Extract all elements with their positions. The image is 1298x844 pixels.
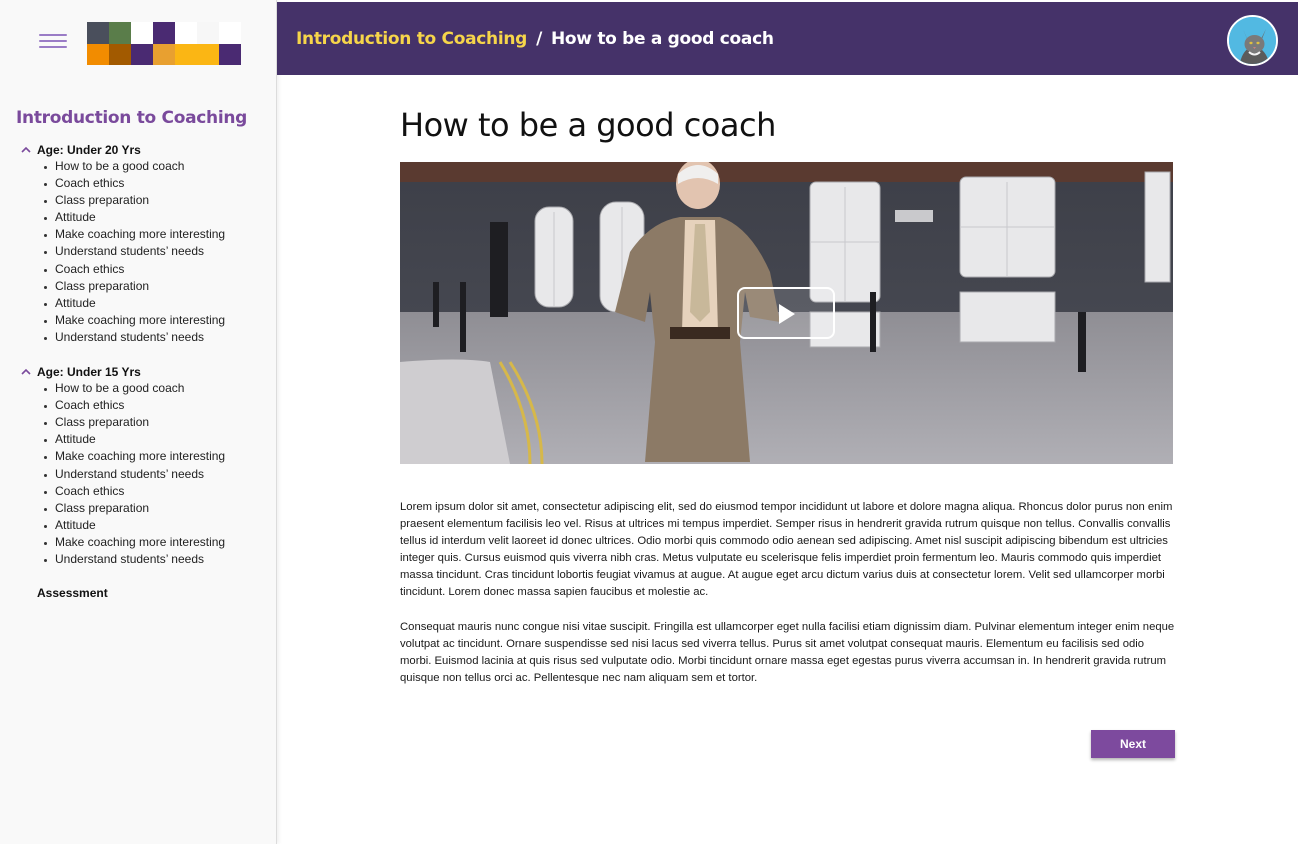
logo-tile (153, 22, 175, 44)
outline-lesson-item[interactable]: Understand students’ needs (42, 466, 270, 483)
brand-logo[interactable] (87, 22, 241, 65)
outline-section-title: Age: Under 20 Yrs (37, 142, 141, 157)
outline-assessment-link[interactable]: Assessment (37, 585, 270, 602)
outline-lesson-item[interactable]: Class preparation (42, 278, 270, 295)
cat-avatar-icon (1229, 17, 1276, 64)
outline-lesson-item[interactable]: Class preparation (42, 192, 270, 209)
outline-lesson-item[interactable]: Make coaching more interesting (42, 226, 270, 243)
logo-tile (109, 43, 131, 65)
sidebar: Introduction to Coaching Age: Under 20 Y… (0, 0, 277, 844)
breadcrumb-separator: / (536, 29, 542, 49)
outline-lesson-item[interactable]: Coach ethics (42, 261, 270, 278)
logo-tile (175, 43, 197, 65)
outline-section-header[interactable]: Age: Under 15 Yrs (20, 363, 270, 380)
outline-lesson-item[interactable]: Understand students’ needs (42, 329, 270, 346)
outline-lesson-item[interactable]: Attitude (42, 209, 270, 226)
outline-lesson-item[interactable]: How to be a good coach (42, 380, 270, 397)
hamburger-menu-icon[interactable] (39, 32, 67, 50)
outline-lesson-item[interactable]: How to be a good coach (42, 158, 270, 175)
outline-lesson-item[interactable]: Attitude (42, 431, 270, 448)
outline-section-title: Age: Under 15 Yrs (37, 364, 141, 379)
page-title: How to be a good coach (400, 106, 776, 144)
outline-lesson-item[interactable]: Understand students’ needs (42, 243, 270, 260)
body-paragraph-2: Consequat mauris nunc congue nisi vitae … (400, 621, 1175, 685)
play-icon (779, 304, 795, 324)
breadcrumb-current-page: How to be a good coach (550, 29, 774, 49)
outline-lesson-item[interactable]: Make coaching more interesting (42, 312, 270, 329)
next-button[interactable]: Next (1091, 730, 1175, 758)
logo-tile (109, 22, 131, 44)
body-paragraph-1: Lorem ipsum dolor sit amet, consectetur … (400, 501, 1173, 599)
outline-lesson-item[interactable]: Make coaching more interesting (42, 534, 270, 551)
outline-lesson-list: How to be a good coach Coach ethics Class … (42, 158, 270, 346)
outline-lesson-item[interactable]: Make coaching more interesting (42, 448, 270, 465)
user-avatar[interactable] (1227, 15, 1278, 66)
chevron-up-icon (21, 146, 31, 153)
breadcrumb: Introduction to Coaching / How to be a g… (296, 29, 774, 49)
play-button[interactable] (737, 287, 835, 339)
logo-tile (131, 22, 153, 44)
outline-lesson-item[interactable]: Class preparation (42, 500, 270, 517)
course-outline: Age: Under 20 Yrs How to be a good coach C… (20, 141, 270, 602)
outline-lesson-item[interactable]: Understand students’ needs (42, 551, 270, 568)
logo-tile (197, 22, 219, 44)
outline-lesson-item[interactable]: Coach ethics (42, 175, 270, 192)
logo-tile (131, 43, 153, 65)
chevron-up-icon (21, 368, 31, 375)
top-header: Introduction to Coaching / How to be a g… (277, 2, 1298, 75)
logo-tile (87, 22, 109, 44)
outline-lesson-list: How to be a good coach Coach ethics Class … (42, 380, 270, 568)
logo-tile (87, 43, 109, 65)
outline-lesson-item[interactable]: Coach ethics (42, 397, 270, 414)
logo-tile (153, 43, 175, 65)
outline-lesson-item[interactable]: Class preparation (42, 414, 270, 431)
outline-section-header[interactable]: Age: Under 20 Yrs (20, 141, 270, 158)
logo-tile (197, 43, 219, 65)
outline-lesson-item[interactable]: Coach ethics (42, 483, 270, 500)
sidebar-course-title[interactable]: Introduction to Coaching (16, 108, 247, 128)
outline-lesson-item[interactable]: Attitude (42, 295, 270, 312)
video-player[interactable] (400, 162, 1173, 464)
logo-tile (219, 22, 241, 44)
breadcrumb-course-link[interactable]: Introduction to Coaching (296, 29, 527, 49)
logo-tile (219, 43, 241, 65)
outline-lesson-item[interactable]: Attitude (42, 517, 270, 534)
logo-tile (175, 22, 197, 44)
